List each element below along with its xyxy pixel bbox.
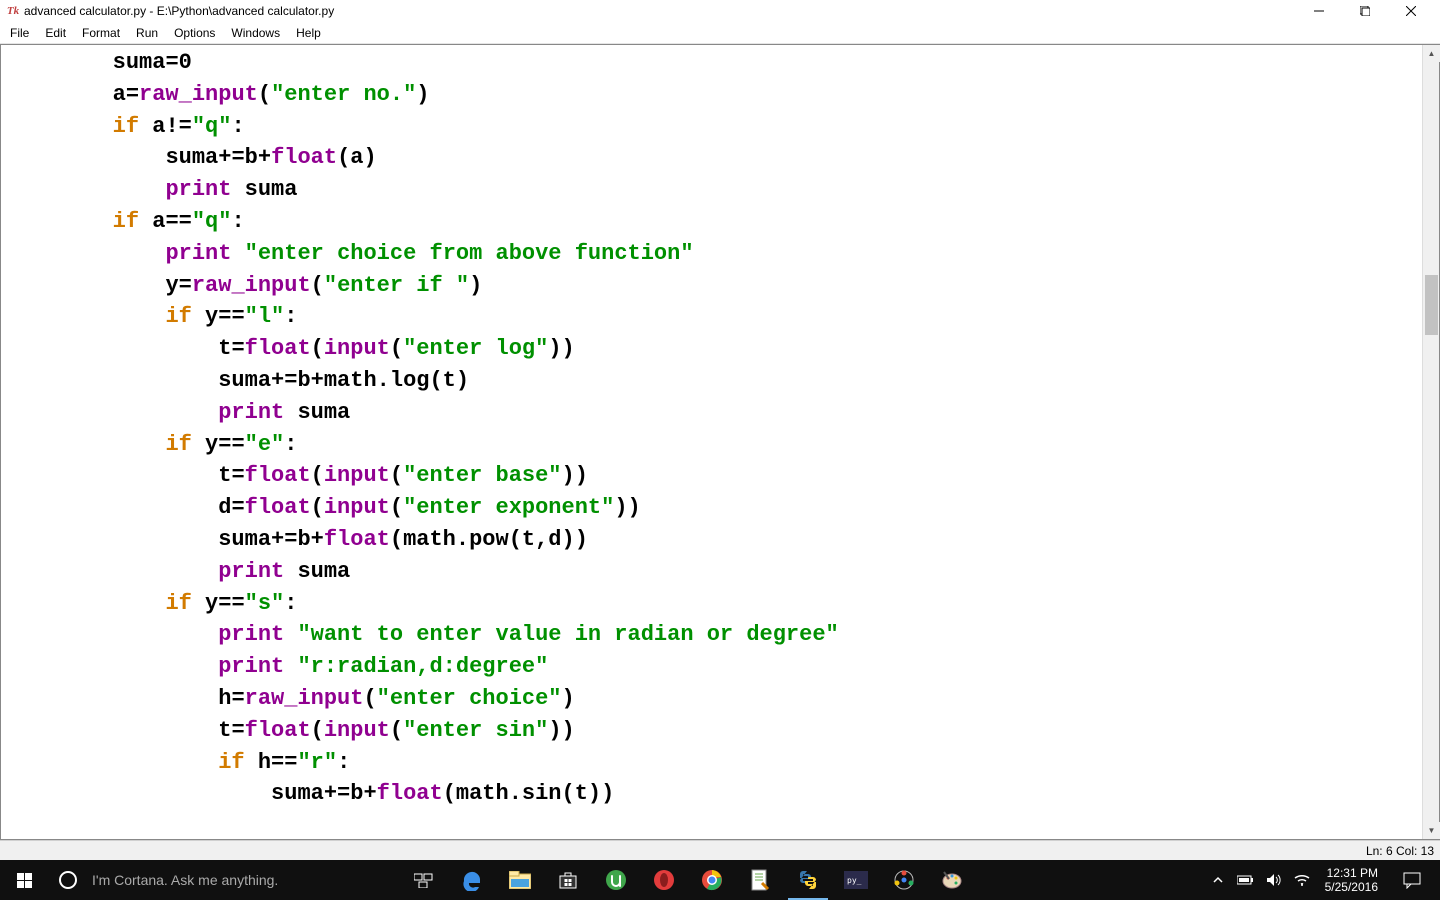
taskbar: I'm Cortana. Ask me anything. py_ bbox=[0, 860, 1440, 900]
scroll-down-icon[interactable]: ▼ bbox=[1423, 822, 1440, 839]
menu-windows[interactable]: Windows bbox=[223, 24, 288, 42]
vertical-scrollbar[interactable]: ▲ ▼ bbox=[1422, 45, 1439, 839]
minimize-button[interactable] bbox=[1296, 0, 1342, 22]
clock-time: 12:31 PM bbox=[1325, 866, 1378, 880]
code-content[interactable]: suma=0 a=raw_input("enter no.") if a!="q… bbox=[7, 47, 1416, 810]
window-controls bbox=[1296, 0, 1434, 22]
action-center-icon[interactable] bbox=[1392, 860, 1432, 900]
chrome-icon[interactable] bbox=[688, 860, 736, 900]
terminal-icon[interactable]: py_ bbox=[832, 860, 880, 900]
opera-icon[interactable] bbox=[640, 860, 688, 900]
app-icon: Tk bbox=[6, 4, 20, 18]
task-view-icon[interactable] bbox=[400, 860, 448, 900]
cortana-icon[interactable] bbox=[48, 860, 88, 900]
paint-icon[interactable] bbox=[928, 860, 976, 900]
clock-date: 5/25/2016 bbox=[1325, 880, 1378, 894]
battery-icon[interactable] bbox=[1237, 875, 1255, 885]
menu-edit[interactable]: Edit bbox=[37, 24, 74, 42]
menubar: File Edit Format Run Options Windows Hel… bbox=[0, 22, 1440, 44]
code-editor[interactable]: suma=0 a=raw_input("enter no.") if a!="q… bbox=[1, 45, 1422, 839]
cursor-position: Ln: 6 Col: 13 bbox=[1366, 844, 1434, 858]
cortana-search-input[interactable]: I'm Cortana. Ask me anything. bbox=[88, 860, 388, 900]
notepadpp-icon[interactable] bbox=[736, 860, 784, 900]
windows-logo-icon bbox=[17, 873, 32, 888]
chrome-app-icon[interactable] bbox=[880, 860, 928, 900]
maximize-button[interactable] bbox=[1342, 0, 1388, 22]
close-button[interactable] bbox=[1388, 0, 1434, 22]
statusbar: Ln: 6 Col: 13 bbox=[0, 840, 1440, 860]
edge-browser-icon[interactable] bbox=[448, 860, 496, 900]
menu-format[interactable]: Format bbox=[74, 24, 128, 42]
scroll-thumb[interactable] bbox=[1425, 275, 1438, 335]
clock[interactable]: 12:31 PM 5/25/2016 bbox=[1321, 866, 1382, 894]
window-title: advanced calculator.py - E:\Python\advan… bbox=[24, 4, 334, 18]
menu-help[interactable]: Help bbox=[288, 24, 329, 42]
system-tray: 12:31 PM 5/25/2016 bbox=[1201, 860, 1440, 900]
volume-icon[interactable] bbox=[1265, 873, 1283, 887]
editor-container: suma=0 a=raw_input("enter no.") if a!="q… bbox=[0, 44, 1440, 840]
utorrent-icon[interactable] bbox=[592, 860, 640, 900]
tray-chevron-icon[interactable] bbox=[1209, 875, 1227, 885]
svg-text:py_: py_ bbox=[847, 876, 862, 885]
start-button[interactable] bbox=[0, 860, 48, 900]
menu-options[interactable]: Options bbox=[166, 24, 223, 42]
taskbar-apps: py_ bbox=[400, 860, 976, 900]
menu-run[interactable]: Run bbox=[128, 24, 166, 42]
scroll-up-icon[interactable]: ▲ bbox=[1423, 45, 1440, 62]
titlebar: Tk advanced calculator.py - E:\Python\ad… bbox=[0, 0, 1440, 22]
file-explorer-icon[interactable] bbox=[496, 860, 544, 900]
menu-file[interactable]: File bbox=[2, 24, 37, 42]
store-icon[interactable] bbox=[544, 860, 592, 900]
wifi-icon[interactable] bbox=[1293, 873, 1311, 887]
python-idle-icon[interactable] bbox=[784, 860, 832, 900]
